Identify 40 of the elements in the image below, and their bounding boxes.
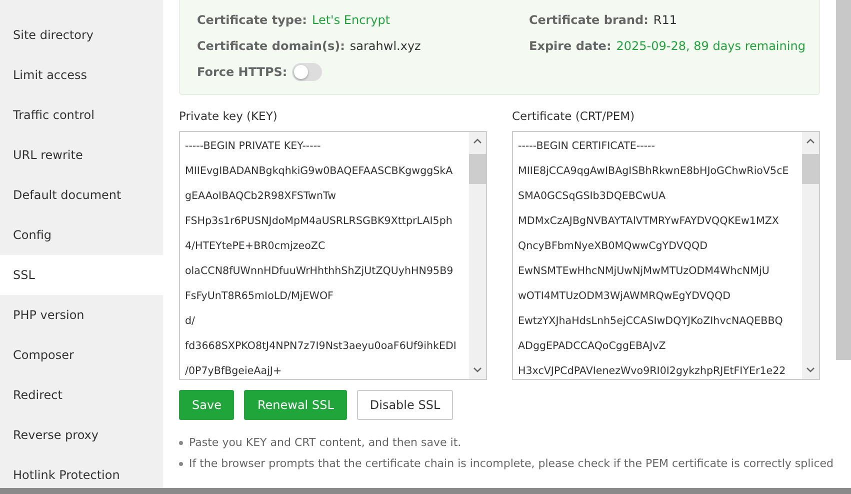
sidebar-item[interactable]: Composer [0, 335, 163, 375]
sidebar-item[interactable]: URL rewrite [0, 135, 163, 175]
info-label: Certificate brand: [529, 13, 648, 27]
scroll-up-icon[interactable] [473, 138, 482, 144]
scroll-down-icon[interactable] [473, 367, 482, 373]
info-label: Certificate type: [197, 13, 307, 27]
scrollbar[interactable] [469, 132, 486, 379]
bullet-icon [179, 440, 183, 444]
bullet-icon [179, 462, 183, 466]
scroll-thumb[interactable] [802, 154, 819, 184]
sidebar-item[interactable]: Config [0, 215, 163, 255]
sidebar-item[interactable]: Reverse proxy [0, 415, 163, 455]
info-label: Expire date: [529, 39, 612, 53]
sidebar-item[interactable]: PHP version [0, 295, 163, 335]
sidebar-item[interactable]: SSL [0, 255, 163, 295]
note-text: If the browser prompts that the certificate chain is incomplete, please check if the PEM certificate is correctly spliced [189, 457, 834, 470]
scroll-thumb[interactable] [469, 154, 486, 184]
text-area[interactable]: -----BEGIN CERTIFICATE----- MIIE8jCCA9qgAwIBAgISBhRkwnE8bHJoGChwRioV5cE SMA0GCSqGSIb3DQEBCwUA MDMxCzAJBgNVBAYTAlVTMRYwFAYDVQQKEw1MZX QncyBFbmNyeXB0MQwwCgYDVQQD EwNSMTEwHhcNMjUwNjMwMTUzODM4WhcNMjU wOTI4MTUzODM3WjAWMRQwEgYDVQQD EwtzYXJhaHdsLnh5ejCCASIwDQYJKoZIhvcNAQEBBQ ADggEPADCCAQoCggEBAJvZ H3xcVJPCdPAVIenezWvo9RI0I2gykzhpRJEtFIYEr1e22 [512, 131, 820, 380]
sidebar-item[interactable]: Redirect [0, 375, 163, 415]
text-area[interactable]: -----BEGIN PRIVATE KEY----- MIIEvgIBADANBgkqhkiG9w0BAQEFAASCBKgwggSkA gEAAoIBAQCb2R98XFSTwnTw FSHp3s1r6PUSNJdoMpM4aUSRLRSGBK9XttprLAI5ph 4/HTEYtePE+BR0cmjzeoZC olaCCN8fUWnnHDfuuWrHhthhShZjUtZQUyhHN95B9 FsFyUnT8R65mIoLD/MjEWOF d/ fd3668SXPKO8tJ4NPN7z7I9Nst3aeyu0oaF6Uf9ihkEDI /0P7yBfBgeieAajJ+ [179, 131, 487, 380]
note-text: Paste you KEY and CRT content, and then save it. [189, 436, 462, 449]
sidebar-item[interactable]: Site directory [0, 15, 163, 55]
info-value: Let's Encrypt [312, 13, 390, 27]
field-label: Certificate (CRT/PEM) [512, 109, 636, 125]
info-value: 2025-09-28, 89 days remaining [616, 39, 806, 53]
action-button[interactable]: Disable SSL [356, 390, 454, 420]
info-label: Force HTTPS: [197, 65, 288, 79]
sidebar-item[interactable]: Hotlink Protection [0, 455, 163, 494]
scroll-thumb[interactable] [836, 0, 851, 360]
sidebar-item[interactable]: Limit access [0, 55, 163, 95]
force-https-toggle[interactable] [292, 63, 322, 81]
field-label: Private key (KEY) [179, 109, 278, 125]
scrollbar[interactable] [802, 132, 819, 379]
info-value: sarahwl.xyz [350, 39, 421, 53]
scroll-down-icon[interactable] [806, 367, 815, 373]
sidebar-item[interactable]: Default document [0, 175, 163, 215]
info-label: Certificate domain(s): [197, 39, 345, 53]
scroll-up-icon[interactable] [806, 138, 815, 144]
sidebar-item[interactable]: Traffic control [0, 95, 163, 135]
info-value: R11 [653, 13, 678, 27]
